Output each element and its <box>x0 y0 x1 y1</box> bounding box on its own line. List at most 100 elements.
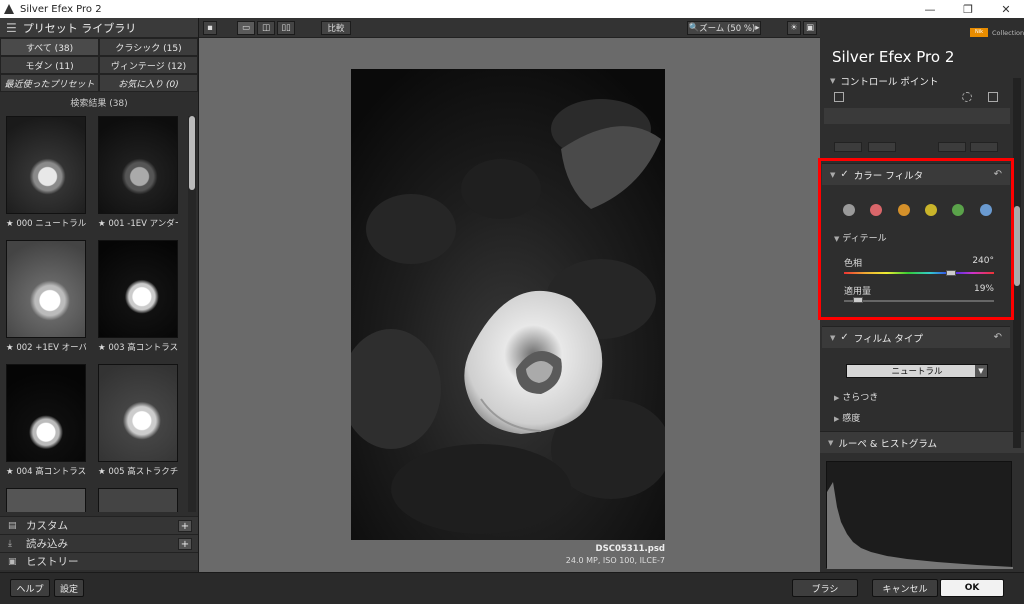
search-results-label: 検索結果 (38) <box>70 99 128 109</box>
section-custom-label: カスタム <box>26 520 68 532</box>
tab-favorites[interactable]: お気に入り (0) <box>99 74 198 92</box>
preset-caption: ★ 000 ニュートラル <box>6 219 86 229</box>
collapse-triangle-icon: ▼ <box>830 170 836 179</box>
app-window: Silver Efex Pro 2 — ❐ ✕ ☰ プリセット ライブラリ すべ… <box>0 0 1024 604</box>
brush-button[interactable]: ブラシ <box>792 579 858 597</box>
duplicate-control-point-button[interactable] <box>938 142 966 152</box>
preset-thumb[interactable]: ★ 004 高コントラスト... <box>6 364 86 477</box>
section-import-label: 読み込み <box>26 538 68 550</box>
library-scrollbar[interactable] <box>188 116 196 512</box>
histogram <box>826 461 1013 569</box>
preset-caption: ★ 001 -1EV アンダー <box>98 219 178 229</box>
preset-image <box>6 488 86 512</box>
filter-swatch-green[interactable] <box>952 204 964 216</box>
loupe-toggle-button[interactable]: ▣ <box>803 21 817 35</box>
filter-swatch-red[interactable] <box>870 204 882 216</box>
tab-modern[interactable]: モダン (11) <box>0 56 99 74</box>
single-view-button[interactable]: ▭ <box>237 21 255 35</box>
control-point-icon[interactable] <box>834 92 844 102</box>
help-button[interactable]: ヘルプ <box>10 579 50 597</box>
add-import-button[interactable]: + <box>178 538 192 550</box>
strength-row: 適用量 19% <box>844 284 994 297</box>
section-history[interactable]: ▣ ヒストリー <box>0 552 198 570</box>
history-icon: ▣ <box>8 556 17 567</box>
add-custom-button[interactable]: + <box>178 520 192 532</box>
close-button[interactable]: ✕ <box>992 0 1020 18</box>
tab-all[interactable]: すべて (38) <box>0 38 99 56</box>
chevron-down-icon: ▸ <box>755 23 760 33</box>
delete-control-point-button[interactable] <box>970 142 998 152</box>
side-by-side-button[interactable]: ▯▯ <box>277 21 295 35</box>
image-filename: DSC05311.psd <box>595 544 665 554</box>
reset-icon[interactable]: ↶ <box>994 169 1002 180</box>
preset-thumb[interactable] <box>6 488 86 512</box>
import-icon: ⤓ <box>8 538 12 549</box>
scrollbar-thumb[interactable] <box>189 116 195 190</box>
filter-swatch-neutral[interactable] <box>843 204 855 216</box>
maximize-button[interactable]: ❐ <box>954 0 982 18</box>
color-filter-header[interactable]: ▼ ✓ カラー フィルタ ↶ <box>822 163 1010 185</box>
window-title: Silver Efex Pro 2 <box>20 3 102 15</box>
sensitivity-row[interactable]: ▶ 感度 <box>834 411 1022 424</box>
view-toolbar: ▪ ▭ ◫ ▯▯ 比較 🔍 ズーム (50 %) ▸ ☀ ▣ <box>199 18 820 38</box>
control-points-header[interactable]: ▼ コントロール ポイント <box>822 72 1010 90</box>
panel-toggle-button[interactable]: ▪ <box>203 21 217 35</box>
filter-swatch-orange[interactable] <box>898 204 910 216</box>
split-view-button[interactable]: ◫ <box>257 21 275 35</box>
preset-thumb[interactable]: ★ 001 -1EV アンダー <box>98 116 178 229</box>
tab-recent[interactable]: 最近使ったプリセット <box>0 74 99 92</box>
grain-label: さらつき <box>842 393 879 403</box>
section-import[interactable]: ⤓ 読み込み + <box>0 534 198 552</box>
strength-slider[interactable] <box>844 300 994 302</box>
minimize-button[interactable]: — <box>916 0 944 18</box>
bottom-bar: ヘルプ 設定 ブラシ キャンセル OK <box>0 572 1024 604</box>
reset-icon[interactable]: ↶ <box>994 332 1002 343</box>
preset-caption: ★ 004 高コントラスト... <box>6 467 86 477</box>
control-point-list[interactable] <box>824 108 1010 124</box>
expand-triangle-icon: ▶ <box>834 415 840 423</box>
add-control-point-button[interactable] <box>834 142 862 152</box>
background-toggle-button[interactable]: ☀ <box>787 21 801 35</box>
hue-slider-knob[interactable] <box>945 270 956 276</box>
preset-image <box>98 364 178 462</box>
library-title: プリセット ライブラリ <box>22 21 137 35</box>
image-canvas[interactable]: DSC05311.psd 24.0 MP, ISO 100, ILCE-7 <box>199 38 820 572</box>
filter-swatch-yellow[interactable] <box>925 204 937 216</box>
zoom-dropdown[interactable]: 🔍 ズーム (50 %) ▸ <box>687 21 761 35</box>
tab-vintage[interactable]: ヴィンテージ (12) <box>99 56 198 74</box>
compare-button[interactable]: 比較 <box>321 21 351 35</box>
color-filter-checkbox[interactable]: ✓ <box>840 169 848 180</box>
menu-icon: ☰ <box>6 20 17 35</box>
cancel-button[interactable]: キャンセル <box>872 579 938 597</box>
film-type-checkbox[interactable]: ✓ <box>840 332 848 343</box>
preset-thumb[interactable] <box>98 488 178 512</box>
section-custom[interactable]: ▤ カスタム + <box>0 516 198 534</box>
selection-icon[interactable] <box>962 92 972 102</box>
preset-thumb[interactable]: ★ 003 高コントラスト... <box>98 240 178 353</box>
settings-button[interactable]: 設定 <box>54 579 84 597</box>
library-header[interactable]: ☰ プリセット ライブラリ <box>0 18 198 38</box>
collapse-triangle-icon: ▼ <box>834 235 840 243</box>
tab-classic[interactable]: クラシック (15) <box>99 38 198 56</box>
hue-value: 240° <box>972 256 994 266</box>
preset-caption: ★ 005 高ストラクチ... <box>98 467 178 477</box>
preset-image <box>6 364 86 462</box>
film-type-header[interactable]: ▼ ✓ フィルム タイプ ↶ <box>822 326 1010 348</box>
grain-row[interactable]: ▶ さらつき <box>834 390 1022 403</box>
filter-swatch-blue[interactable] <box>980 204 992 216</box>
detail-subheader[interactable]: ▼ ディテール <box>834 231 1022 244</box>
histogram-graph <box>827 482 1013 569</box>
control-point-list-icon[interactable] <box>988 92 998 102</box>
subtract-control-point-button[interactable] <box>868 142 896 152</box>
preset-thumb[interactable]: ★ 000 ニュートラル <box>6 116 86 229</box>
preset-thumb[interactable]: ★ 005 高ストラクチ... <box>98 364 178 477</box>
adjustments-scrollbar[interactable] <box>1013 78 1021 448</box>
strength-slider-knob[interactable] <box>853 297 864 303</box>
film-type-select[interactable]: ニュートラル ▼ <box>846 364 988 378</box>
loupe-histogram-header[interactable]: ▼ ルーペ & ヒストグラム <box>820 431 1024 453</box>
hue-slider[interactable] <box>844 272 994 274</box>
preset-thumb[interactable]: ★ 002 +1EV オーバー <box>6 240 86 353</box>
ok-button[interactable]: OK <box>940 579 1004 597</box>
scrollbar-thumb[interactable] <box>1014 206 1020 286</box>
zoom-icon: 🔍 <box>688 23 700 33</box>
